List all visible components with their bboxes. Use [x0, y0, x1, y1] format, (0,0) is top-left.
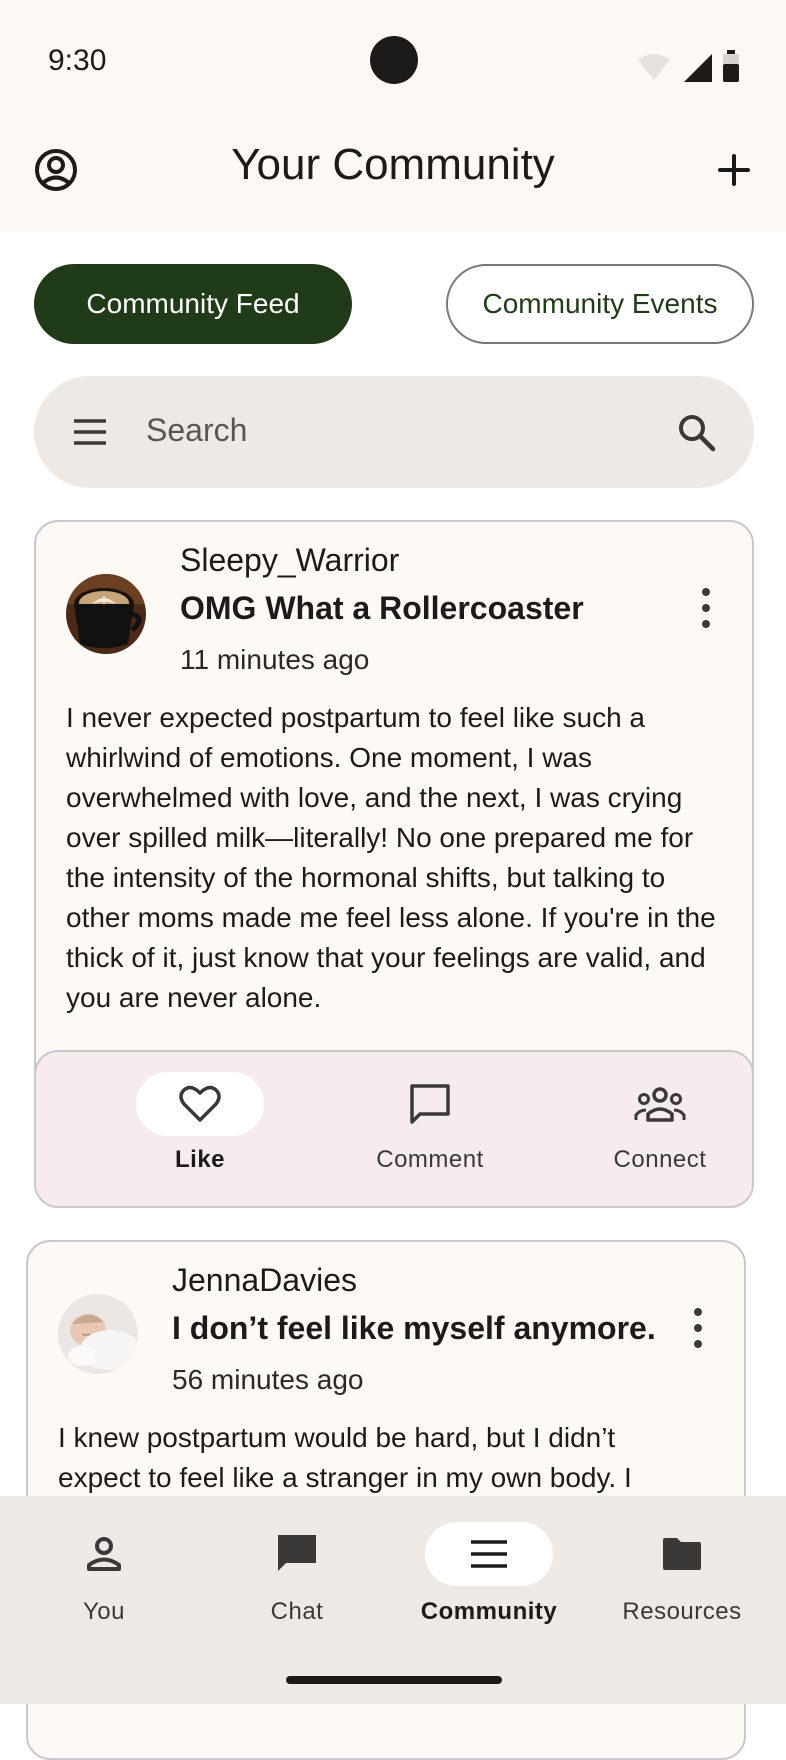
search-bar[interactable]: Search [34, 376, 754, 488]
avatar [66, 574, 146, 654]
status-time: 9:30 [48, 44, 107, 77]
nav-community[interactable]: Community [399, 1522, 579, 1626]
comment-button[interactable]: Comment [340, 1072, 520, 1174]
folder-icon [663, 1538, 701, 1570]
post-username[interactable]: JennaDavies [172, 1262, 357, 1299]
tab-community-feed[interactable]: Community Feed [34, 264, 352, 344]
post-title: OMG What a Rollercoaster [180, 590, 584, 626]
post-body: I never expected postpartum to feel like… [66, 702, 716, 1013]
search-icon[interactable] [674, 410, 718, 454]
nav-resources[interactable]: Resources [592, 1522, 772, 1626]
bottom-navigation: You Chat Community Resources [0, 1496, 786, 1704]
top-app-bar: Your Community [0, 120, 786, 232]
nav-you[interactable]: You [14, 1522, 194, 1626]
home-indicator[interactable] [286, 1676, 502, 1684]
like-label: Like [174, 1146, 226, 1173]
connect-label: Connect [613, 1146, 707, 1173]
nav-you-label: You [83, 1598, 125, 1625]
post-actions: Like Comment Connect [36, 1050, 752, 1206]
avatar [58, 1294, 138, 1374]
group-icon [634, 1087, 686, 1122]
menu-icon [471, 1540, 507, 1568]
person-icon [87, 1537, 121, 1571]
camera-cutout [370, 36, 418, 84]
post-username[interactable]: Sleepy_Warrior [180, 542, 399, 579]
post-body: I knew postpartum would be hard, but I d… [58, 1422, 632, 1493]
nav-resources-label: Resources [622, 1598, 742, 1625]
page-title: Your Community [231, 140, 555, 189]
heart-icon [179, 1085, 221, 1122]
wifi-icon [638, 54, 670, 80]
nav-chat[interactable]: Chat [207, 1522, 387, 1626]
nav-community-label: Community [420, 1598, 558, 1625]
more-vert-icon[interactable] [698, 586, 714, 630]
system-icons [636, 50, 740, 82]
menu-icon[interactable] [70, 412, 110, 452]
post-title: I don’t feel like myself anymore. [172, 1310, 656, 1346]
coffee-cup-image [66, 574, 146, 654]
like-button[interactable]: Like [110, 1072, 290, 1174]
status-bar: 9:30 [0, 0, 786, 120]
battery-icon [723, 50, 739, 82]
connect-button[interactable]: Connect [570, 1072, 750, 1174]
tab-community-events[interactable]: Community Events [446, 264, 754, 344]
more-vert-icon[interactable] [690, 1306, 706, 1350]
signal-icon [684, 54, 712, 82]
post-timestamp: 11 minutes ago [180, 644, 370, 675]
nav-chat-label: Chat [270, 1598, 324, 1625]
post-card[interactable]: Sleepy_Warrior OMG What a Rollercoaster … [34, 520, 754, 1208]
baby-photo-image [58, 1294, 138, 1374]
comment-icon [410, 1084, 450, 1124]
chat-icon [278, 1535, 316, 1571]
add-icon[interactable] [710, 146, 758, 194]
post-timestamp: 56 minutes ago [172, 1364, 364, 1395]
search-input[interactable]: Search [146, 412, 247, 449]
comment-label: Comment [376, 1146, 484, 1173]
